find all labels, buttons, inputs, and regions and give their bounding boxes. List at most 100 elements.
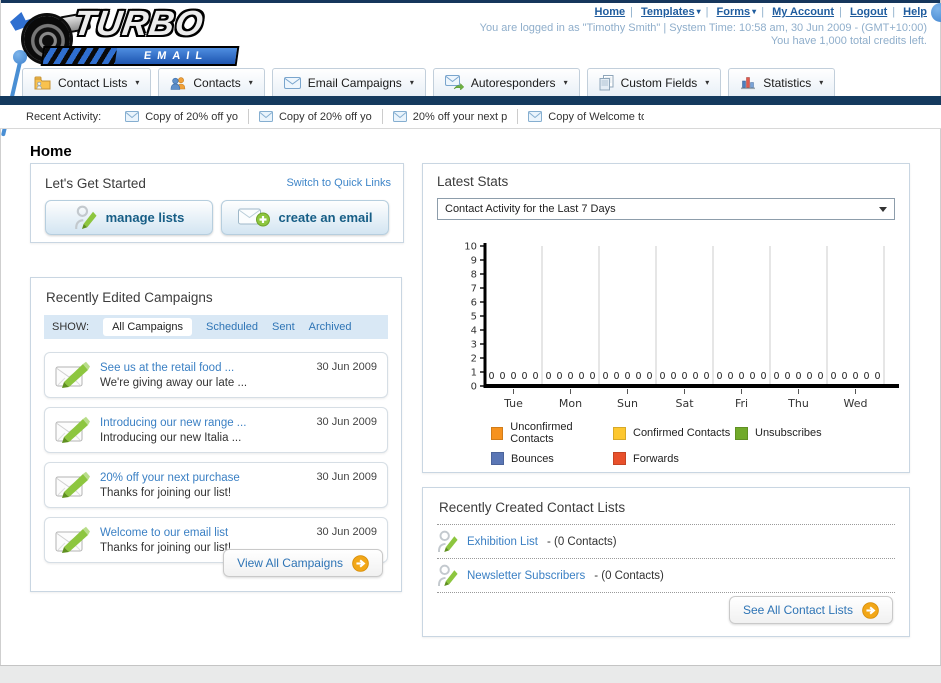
separator: | [630,6,633,18]
tab-contact-lists[interactable]: Contact Lists ▾ [22,68,152,96]
legend-item: Bounces [491,452,613,465]
svg-text:9: 9 [471,256,477,267]
envelope-plus-icon [237,208,270,227]
svg-text:0: 0 [830,371,836,382]
recent-activity-item[interactable]: Copy of Welcome to [517,109,654,124]
svg-text:7: 7 [471,284,477,295]
header-link-help[interactable]: Help [903,6,927,18]
contact-lists-panel-title: Recently Created Contact Lists [439,500,626,515]
campaigns-panel-title: Recently Edited Campaigns [46,290,213,305]
tab-email-campaigns[interactable]: Email Campaigns ▾ [271,68,426,96]
svg-text:0: 0 [841,371,847,382]
chevron-down-icon: ▾ [248,78,253,87]
svg-text:0: 0 [863,371,869,382]
filter-archived[interactable]: Archived [309,321,352,333]
autoresponders-icon [444,75,464,90]
header-link-templates[interactable]: Templates [641,6,695,18]
svg-text:0: 0 [817,371,823,382]
separator: | [839,6,842,18]
header-link-my-account[interactable]: My Account [772,6,834,18]
recent-activity-item[interactable]: Copy of 20% off yo [115,109,248,124]
header-link-home[interactable]: Home [595,6,626,18]
tab-label: Custom Fields [620,75,698,90]
view-all-campaigns-button[interactable]: View All Campaigns [223,549,383,577]
stats-range-select[interactable]: Contact Activity for the Last 7 Days [437,198,895,220]
campaign-subtitle: Thanks for joining our list! [100,486,232,499]
svg-text:0: 0 [852,371,858,382]
legend-item: Unconfirmed Contacts [491,421,613,445]
filter-label: SHOW: [52,321,90,333]
envelope-pencil-icon [55,471,91,499]
header-link-forms[interactable]: Forms [717,6,751,18]
manage-lists-button[interactable]: manage lists [45,200,213,235]
see-all-contact-lists-button[interactable]: See All Contact Lists [728,596,893,624]
campaign-list-item[interactable]: 20% off your next purchase Thanks for jo… [44,462,388,508]
chevron-down-icon [879,207,887,212]
campaign-date: 30 Jun 2009 [316,526,377,538]
stats-panel-title: Latest Stats [437,174,509,189]
statistics-icon [741,77,756,90]
svg-text:0: 0 [670,371,676,382]
svg-text:0: 0 [499,371,505,382]
envelope-pencil-icon [55,526,91,554]
campaign-list-item[interactable]: Introducing our new range ... Introducin… [44,407,388,453]
svg-text:0: 0 [738,371,744,382]
svg-text:0: 0 [521,371,527,382]
filter-sent[interactable]: Sent [272,321,295,333]
svg-text:1: 1 [471,368,477,379]
separator: | [761,6,765,18]
legend-label: Confirmed Contacts [633,427,731,439]
tab-autoresponders[interactable]: Autoresponders ▾ [432,68,580,96]
svg-text:4: 4 [471,326,477,337]
tab-custom-fields[interactable]: Custom Fields ▾ [586,68,722,96]
contact-list-item[interactable]: Exhibition List - (0 Contacts) [437,525,895,559]
switch-quick-links[interactable]: Switch to Quick Links [286,177,391,189]
envelope-pencil-icon [55,416,91,444]
logo-email-bar: EMAIL [40,46,240,66]
tab-contacts[interactable]: Contacts ▾ [158,68,265,96]
campaign-date: 30 Jun 2009 [316,471,377,483]
svg-text:5: 5 [471,312,477,323]
tab-statistics[interactable]: Statistics ▾ [728,68,836,96]
chevron-down-icon: ▾ [135,78,140,87]
campaign-subtitle: Introducing our new Italia ... [100,431,242,444]
svg-text:0: 0 [635,371,641,382]
filter-all-campaigns[interactable]: All Campaigns [103,318,192,336]
page-title: Home [30,143,72,161]
contact-lists-icon [34,76,51,89]
svg-text:0: 0 [806,371,812,382]
legend-swatch [613,426,626,440]
campaign-subtitle: We're giving away our late ... [100,376,248,389]
recent-contact-lists-panel: Recently Created Contact Lists Exhibitio… [422,487,910,637]
chart-legend: Unconfirmed Contacts Confirmed Contacts Un… [491,421,867,472]
header-links: Home | Templates ▾ | Forms ▾ | My Account | Lo… [595,6,927,18]
tab-label: Statistics [763,75,812,90]
recent-activity-item[interactable]: Copy of 20% off yo [247,109,382,124]
filter-scheduled[interactable]: Scheduled [206,321,258,333]
svg-text:0: 0 [760,371,766,382]
recent-activity-item[interactable]: 20% off your next p [381,109,518,124]
svg-text:Sun: Sun [617,397,638,410]
contact-list-link[interactable]: Exhibition List [467,536,538,548]
svg-text:0: 0 [567,371,573,382]
stats-chart: 0123456789100 0 0 0 0Tue0 0 0 0 0Mon0 0 0 0 0Sun0 0 0 0… [464,242,899,410]
contact-list-item[interactable]: Newsletter Subscribers - (0 Contacts) [437,559,895,593]
header-link-logout[interactable]: Logout [850,6,887,18]
svg-text:0: 0 [545,371,551,382]
chevron-down-icon: ▾ [409,78,414,87]
svg-text:0: 0 [488,371,494,382]
contact-list-link[interactable]: Newsletter Subscribers [467,570,585,582]
campaign-list-item[interactable]: See us at the retail food ... We're givi… [44,352,388,398]
tab-label: Contacts [193,75,241,90]
svg-text:0: 0 [784,371,790,382]
separator: | [705,6,709,18]
envelope-icon [259,111,273,122]
create-email-button[interactable]: create an email [221,200,389,235]
svg-text:0: 0 [646,371,652,382]
campaign-list: See us at the retail food ... We're givi… [44,352,388,563]
stats-range-value: Contact Activity for the Last 7 Days [445,203,616,215]
svg-text:Thu: Thu [787,397,809,410]
svg-text:0: 0 [556,371,562,382]
campaigns-filter-bar: SHOW: All Campaigns Scheduled Sent Archi… [44,315,388,339]
person-pencil-icon [74,204,97,231]
